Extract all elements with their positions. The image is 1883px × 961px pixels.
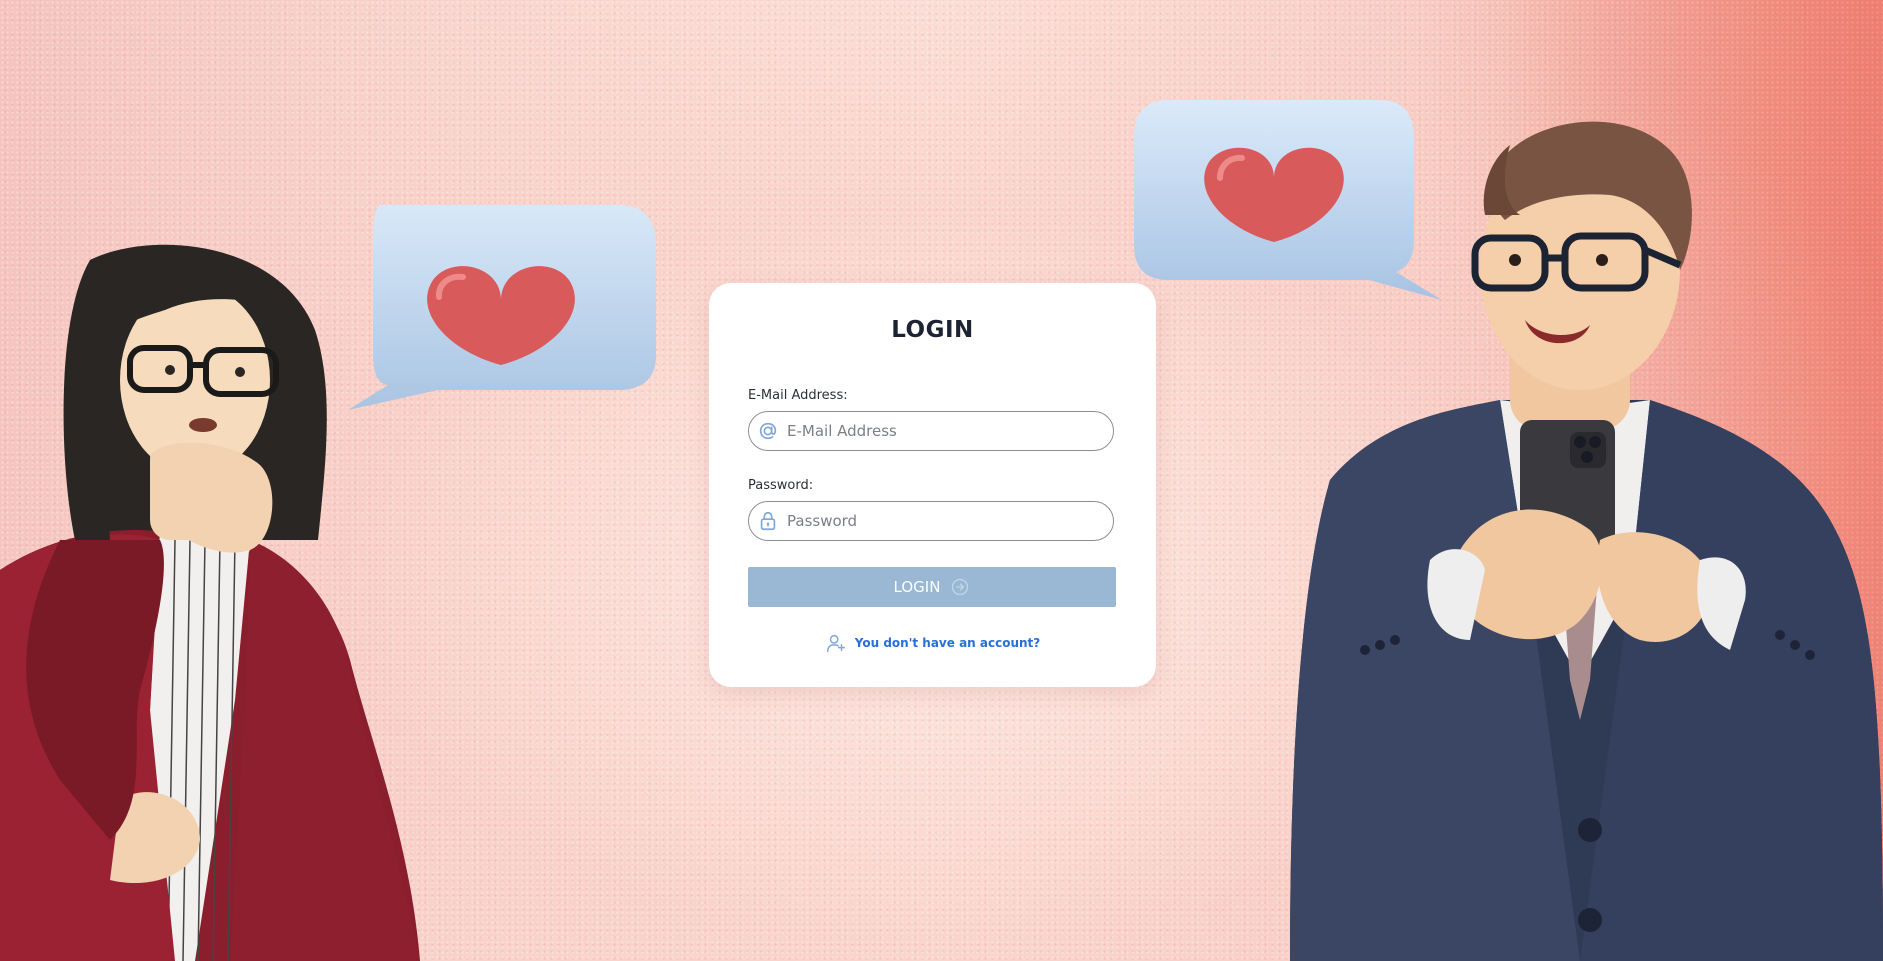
register-link[interactable]: You don't have an account? xyxy=(709,632,1156,654)
at-sign-icon xyxy=(759,422,777,440)
email-field-wrapper xyxy=(748,411,1114,451)
password-label: Password: xyxy=(748,478,814,493)
woman-thinking-illustration xyxy=(0,244,420,961)
login-button[interactable]: LOGIN xyxy=(748,567,1116,607)
login-title: LOGIN xyxy=(891,317,974,343)
email-input[interactable] xyxy=(787,412,1097,450)
login-card: LOGIN E-Mail Address: Password: LOGIN xyxy=(709,283,1156,687)
man-with-phone-illustration xyxy=(1290,121,1883,961)
password-field-wrapper xyxy=(748,501,1114,541)
login-button-label: LOGIN xyxy=(893,578,941,596)
arrow-right-circle-icon xyxy=(952,578,969,596)
lock-icon xyxy=(760,511,776,531)
user-plus-icon xyxy=(826,634,845,652)
email-label: E-Mail Address: xyxy=(748,388,848,403)
login-page: LOGIN E-Mail Address: Password: LOGIN xyxy=(0,0,1883,961)
register-link-label: You don't have an account? xyxy=(854,636,1041,650)
password-input[interactable] xyxy=(787,502,1097,540)
